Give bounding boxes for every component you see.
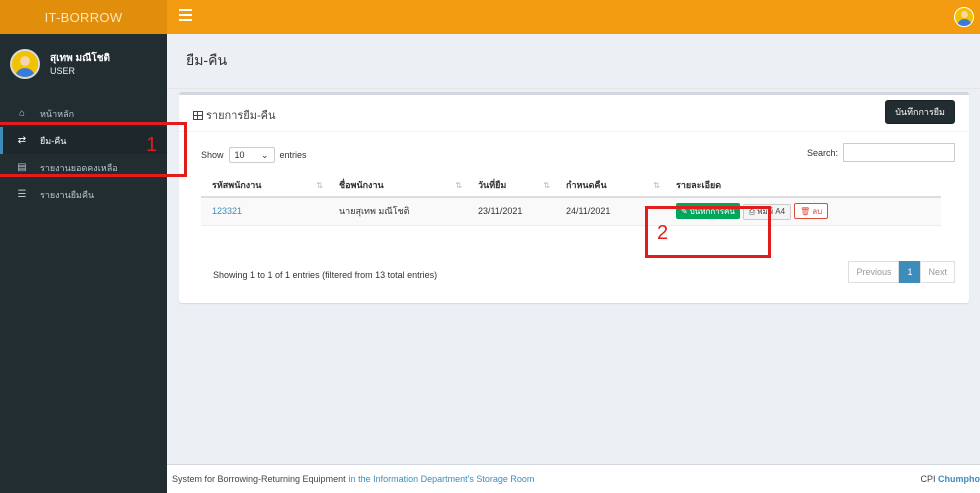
user-avatar xyxy=(10,49,40,79)
cell-emp-id: 123321 xyxy=(201,197,328,226)
sort-icon: ⇅ xyxy=(653,181,660,190)
annotation-label-1: 1 xyxy=(146,134,158,156)
sort-icon: ⇅ xyxy=(543,181,550,190)
sort-icon: ⇅ xyxy=(455,181,462,190)
top-navbar xyxy=(167,0,980,34)
footer-credit: CPI Chumpho xyxy=(920,474,980,484)
emp-id-link[interactable]: 123321 xyxy=(212,206,242,216)
sidebar-item-label: รายงานยืมคืน xyxy=(40,189,95,200)
home-icon: ⌂ xyxy=(18,108,26,119)
search-control: Search: xyxy=(807,143,955,162)
list-icon: ☰ xyxy=(17,189,27,200)
delete-button[interactable]: 🗑 ลบ xyxy=(794,203,829,219)
sidebar: IT-BORROW สุเทพ มณีโชติ USER ⌂ หน้าหลัก … xyxy=(0,0,167,493)
table-icon xyxy=(193,110,203,120)
sidebar-item-label: หน้าหลัก xyxy=(40,108,75,119)
pagination-next[interactable]: Next xyxy=(920,261,955,283)
search-label: Search: xyxy=(806,147,838,158)
show-label: Show xyxy=(201,150,224,160)
length-control: Show 10 ⌄ entries xyxy=(201,147,307,163)
entries-length-select[interactable]: 10 ⌄ xyxy=(228,147,275,163)
sort-icon: ⇅ xyxy=(316,181,323,190)
cell-emp-name: นายสุเทพ มณีโชติ xyxy=(328,197,467,226)
user-panel: สุเทพ มณีโชติ USER xyxy=(0,34,167,94)
column-header-borrow-date[interactable]: วันที่ยืม ⇅ xyxy=(467,173,555,198)
navbar-user-avatar[interactable] xyxy=(954,7,974,27)
trash-icon: 🗑 xyxy=(800,206,811,216)
pagination-page-1[interactable]: 1 xyxy=(899,261,921,283)
table-row: 123321 นายสุเทพ มณีโชติ 23/11/2021 24/11… xyxy=(201,197,941,226)
box-title: รายการยืม-คืน xyxy=(193,106,276,124)
cell-borrow-date: 23/11/2021 xyxy=(467,197,555,226)
annotation-box-1 xyxy=(0,122,187,177)
entries-label: entries xyxy=(279,150,307,160)
app-logo[interactable]: IT-BORROW xyxy=(0,0,167,34)
annotation-label-2: 2 xyxy=(657,222,669,244)
footer: System for Borrowing-Returning Equipment… xyxy=(167,464,980,493)
page-title: ยืม-คืน xyxy=(167,34,980,89)
table-info: Showing 1 to 1 of 1 entries (filtered fr… xyxy=(213,270,438,280)
column-header-emp-id[interactable]: รหัสพนักงาน ⇅ xyxy=(201,173,328,198)
column-header-due-date[interactable]: กำหนดคืน ⇅ xyxy=(555,173,665,198)
box-title-text: รายการยืม-คืน xyxy=(206,110,276,122)
column-header-details: รายละเอียด xyxy=(665,173,941,198)
pagination: Previous 1 Next xyxy=(848,261,955,283)
search-input[interactable] xyxy=(843,143,955,162)
column-header-emp-name[interactable]: ชื่อพนักงาน ⇅ xyxy=(328,173,467,198)
user-role: USER xyxy=(50,65,76,76)
table-header-row: รหัสพนักงาน ⇅ ชื่อพนักงาน ⇅ วันที่ยืม ⇅ กำห… xyxy=(201,173,941,198)
main-content: ยืม-คืน รายการยืม-คืน บันทึกการยืม Show … xyxy=(167,34,980,464)
pagination-previous[interactable]: Previous xyxy=(848,261,900,283)
footer-text: System for Borrowing-Returning Equipment xyxy=(172,474,346,484)
borrow-table: รหัสพนักงาน ⇅ ชื่อพนักงาน ⇅ วันที่ยืม ⇅ กำห… xyxy=(201,173,941,226)
chevron-down-icon: ⌄ xyxy=(260,149,269,160)
box-header: รายการยืม-คืน บันทึกการยืม xyxy=(179,95,969,132)
user-info: สุเทพ มณีโชติ USER xyxy=(50,52,110,77)
user-name: สุเทพ มณีโชติ xyxy=(50,52,111,64)
length-value: 10 xyxy=(234,150,245,160)
sidebar-item-borrow-report[interactable]: ☰ รายงานยืมคืน xyxy=(0,181,167,208)
footer-highlight: in the Information Department's Storage … xyxy=(348,474,535,484)
borrow-return-box: รายการยืม-คืน บันทึกการยืม Show 10 ⌄ ent… xyxy=(179,92,969,303)
save-borrow-button[interactable]: บันทึกการยืม xyxy=(885,100,955,124)
menu-toggle-icon[interactable] xyxy=(179,9,192,25)
